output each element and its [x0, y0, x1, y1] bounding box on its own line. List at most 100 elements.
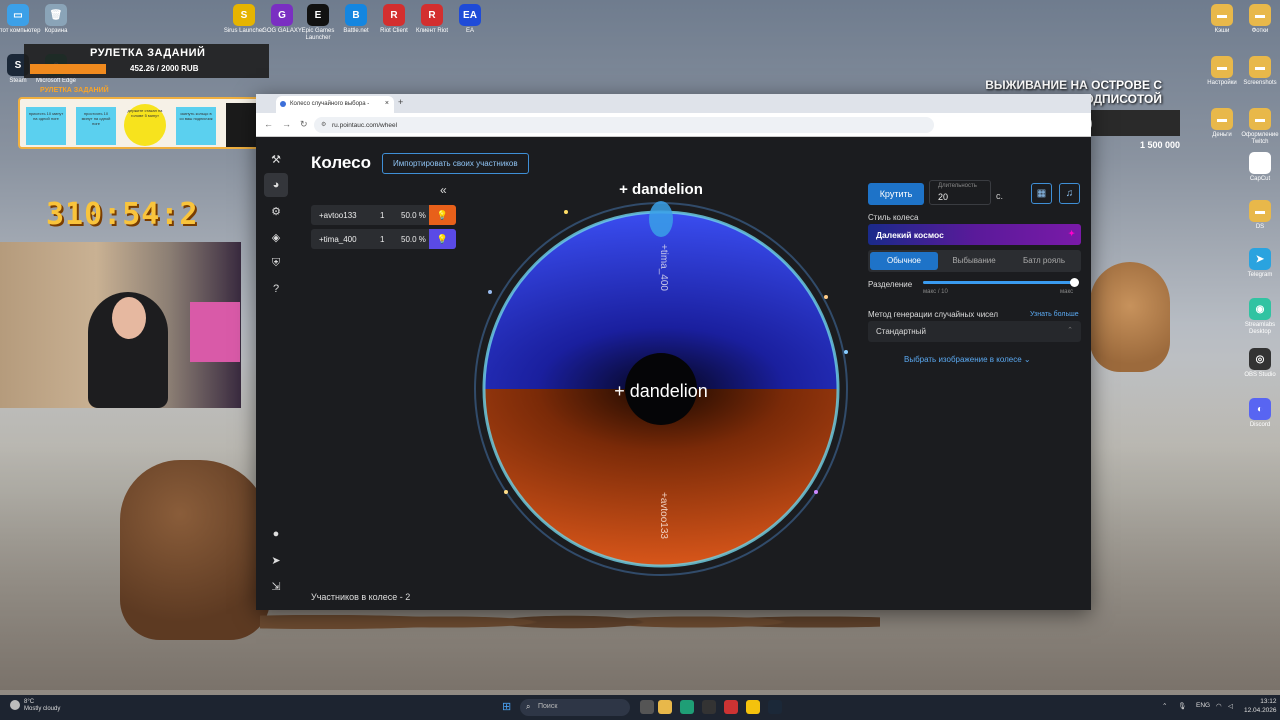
desktop-icon[interactable]: ▬ DS [1234, 200, 1280, 231]
back-icon[interactable]: ← [264, 119, 273, 129]
split-slider-fill [923, 281, 1075, 284]
edge-icon[interactable] [680, 700, 694, 714]
star-icon [488, 290, 492, 294]
app-icon: ▬ [1249, 56, 1271, 78]
desktop-icon[interactable]: ➤ Telegram [1234, 248, 1280, 279]
choose-image-link[interactable]: Выбрать изображение в колесе ⌄ [904, 355, 1031, 364]
task-card: присесть 10 минут на одной ноге [26, 107, 66, 145]
mic-icon[interactable]: 🎙 [1178, 702, 1186, 710]
wifi-icon[interactable]: ◠ [1216, 702, 1222, 710]
file-explorer-icon[interactable] [658, 700, 672, 714]
reload-icon[interactable]: ↻ [300, 119, 308, 130]
taskbar-search[interactable]: ⌕ Поиск [520, 699, 630, 716]
forward-icon[interactable]: → [282, 119, 291, 129]
desktop-icon[interactable]: ◎ OBS Studio [1234, 348, 1280, 379]
desktop-icon-label: OBS Studio [1244, 372, 1276, 378]
mode-elimination[interactable]: Выбывание [940, 252, 1008, 270]
task-view-icon[interactable] [640, 700, 654, 714]
app-icon: E [307, 4, 329, 26]
wheel-icon[interactable]: ◕ [264, 173, 288, 197]
settings-icon[interactable]: ⚙ [264, 199, 288, 223]
new-tab-icon[interactable]: + [398, 97, 403, 107]
participant-name: +avtoo133 [319, 211, 357, 220]
task-card: скинуть кольцо в со ваш подписчик [176, 107, 216, 145]
app-icon: R [421, 4, 443, 26]
app-icon: G [271, 4, 293, 26]
close-tab-icon[interactable]: × [385, 100, 389, 107]
grid-icon[interactable]: ▦ [1031, 183, 1052, 204]
participant-qty[interactable]: 1 [380, 211, 384, 220]
desktop-icon[interactable]: ▬ Оформление Twitch [1234, 108, 1280, 145]
desktop-icon-label: Microsoft Edge [35, 78, 77, 84]
app-icon: EA [459, 4, 481, 26]
github-icon[interactable]: ● [264, 522, 288, 546]
participant-qty[interactable]: 1 [380, 235, 384, 244]
split-slider-knob[interactable] [1070, 278, 1079, 287]
rng-value: Стандартный [876, 327, 926, 336]
app-icon: ◉ [1249, 298, 1271, 320]
participant-row[interactable]: +avtoo133 1 50.0 % 💡 [311, 205, 456, 225]
wheel-style-value: Далекий космос [876, 230, 944, 240]
lightbulb-icon[interactable]: 💡 [429, 205, 456, 225]
mode-normal[interactable]: Обычное [870, 252, 938, 270]
mode-battle-royale[interactable]: Батл рояль [1010, 252, 1078, 270]
app-page: ⚒ ◕ ⚙ ◈ ⛨ ? ● ➤ ⇲ Колесо Импортировать с… [256, 137, 1091, 610]
spin-button[interactable]: Крутить [868, 183, 924, 205]
music-icon[interactable]: ♫ [1059, 183, 1080, 204]
browser-tab[interactable]: Колесо случайного выбора - × [276, 96, 394, 113]
seconds-unit: с. [996, 191, 1004, 201]
import-participants-button[interactable]: Импортировать своих участников [382, 153, 529, 174]
volume-icon[interactable]: ◁ [1228, 702, 1233, 710]
wallpaper-bear-left [120, 460, 270, 640]
weather-widget[interactable]: 8°C Mostly cloudy [10, 699, 60, 713]
rng-select[interactable]: Стандартный ⌃ [868, 321, 1081, 342]
language-indicator[interactable]: ENG [1196, 702, 1210, 709]
split-slider[interactable] [923, 278, 1079, 287]
split-max-label: макс [1060, 289, 1074, 295]
choose-image-label: Выбрать изображение в колесе [904, 355, 1022, 364]
store-icon[interactable] [702, 700, 716, 714]
desktop-icon-label: Оформление Twitch [1241, 132, 1279, 145]
help-icon[interactable]: ? [264, 277, 288, 301]
desktop-icon[interactable]: ▬ Screenshots [1234, 56, 1280, 87]
app-icon: ◎ [1249, 348, 1271, 370]
layers-icon[interactable]: ◈ [264, 225, 288, 249]
wheel-style-select[interactable]: Далекий космос ✦ [868, 224, 1081, 245]
segment-label-avtoo: +avtoo133 [658, 492, 669, 539]
split-min-label: макс / 10 [923, 289, 948, 295]
telegram-icon[interactable]: ➤ [264, 548, 288, 572]
duration-label: Длительность [938, 183, 977, 189]
auction-icon[interactable]: ⚒ [264, 147, 288, 171]
shield-icon[interactable]: ⛨ [264, 251, 288, 275]
mode-switch: Обычное Выбывание Батл рояль [868, 250, 1081, 272]
app-icon[interactable] [724, 700, 738, 714]
chrome-icon[interactable] [746, 700, 760, 714]
desktop-icon[interactable]: 🗑 Корзина [30, 4, 82, 35]
sparkle-icon: ✦ [1068, 229, 1075, 238]
lightbulb-icon[interactable]: 💡 [429, 229, 456, 249]
app-icon: ▭ [7, 4, 29, 26]
tray-chevron-icon[interactable]: ⌃ [1162, 702, 1167, 710]
export-icon[interactable]: ⇲ [264, 574, 288, 598]
desktop-icon[interactable]: ◉ Streamlabs Desktop [1234, 298, 1280, 335]
participant-row[interactable]: +tima_400 1 50.0 % 💡 [311, 229, 456, 249]
windows-start-icon[interactable]: ⊞ [502, 700, 516, 714]
task-card: простоять 10 минут на одной ноге [76, 107, 116, 145]
desktop-icon[interactable]: ✂ CapCut [1234, 152, 1280, 183]
browser-window: Колесо случайного выбора - × + ← → ↻ ⚙ r… [256, 94, 1091, 610]
duration-field[interactable]: Длительность 20 [929, 180, 991, 205]
url-field[interactable]: ⚙ ru.pointauc.com/wheel [314, 117, 934, 133]
desktop-icon[interactable]: ▬ Фотки [1234, 4, 1280, 35]
desktop-icon[interactable]: ◐ Discord [1234, 398, 1280, 429]
clock-date: 12.04.2026 [1244, 706, 1277, 714]
collapse-icon[interactable]: « [440, 183, 447, 197]
learn-more-link[interactable]: Узнать больше [1030, 311, 1079, 318]
ruletka-label: РУЛЕТКА ЗАДАНИЙ [40, 87, 109, 94]
tab-title: Колесо случайного выбора - [290, 101, 370, 107]
taskbar-clock[interactable]: 13:12 12.04.2026 [1244, 698, 1277, 716]
stream-timer: 310:54:2 [46, 197, 199, 232]
steam-icon[interactable] [768, 700, 782, 714]
desktop-icon[interactable]: EA EA [444, 4, 496, 35]
task-cards: присесть 10 минут на одной ноге простоят… [18, 97, 270, 149]
site-info-icon[interactable]: ⚙ [321, 121, 326, 128]
